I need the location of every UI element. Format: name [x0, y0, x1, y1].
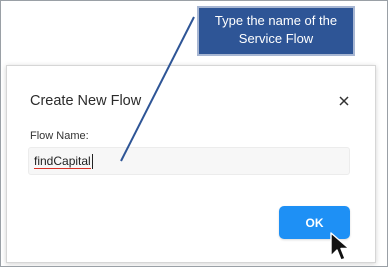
flow-name-input[interactable]: findCapital	[28, 147, 350, 175]
mouse-pointer-icon	[330, 232, 350, 261]
dialog-title: Create New Flow	[30, 93, 142, 109]
flow-name-value: findCapital	[34, 154, 91, 169]
close-icon[interactable]	[337, 94, 351, 108]
instruction-callout: Type the name of the Service Flow	[197, 6, 355, 56]
callout-line-2: Service Flow	[238, 31, 314, 46]
create-flow-dialog: Create New Flow Flow Name: findCapital O…	[6, 65, 376, 263]
screenshot-canvas: Create New Flow Flow Name: findCapital O…	[0, 0, 388, 267]
text-caret	[92, 154, 93, 169]
callout-line-1: Type the name of the	[214, 13, 338, 28]
flow-name-label: Flow Name:	[30, 130, 89, 142]
